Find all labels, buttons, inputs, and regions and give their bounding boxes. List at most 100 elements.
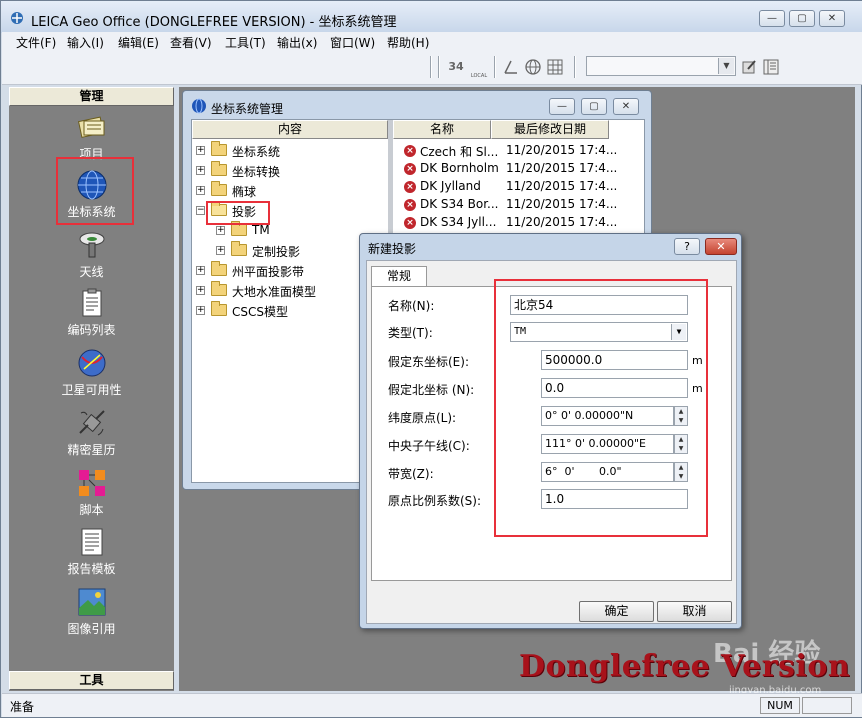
globe-icon	[191, 98, 207, 117]
ephemeris-icon	[76, 407, 108, 439]
title-bar: LEICA Geo Office (DONGLEFREE VERSION) - …	[1, 1, 862, 33]
nav-item-satellite-availability[interactable]: 卫星可用性	[9, 345, 174, 401]
list-item[interactable]: × DK S34 Jyll... 11/20/2015 17:4...	[398, 214, 646, 232]
list-item[interactable]: × DK Bornholm 11/20/2015 17:4...	[398, 160, 646, 178]
menu-input[interactable]: 输入(I)	[67, 34, 104, 51]
error-icon: ×	[404, 199, 416, 211]
angle-icon[interactable]	[502, 58, 520, 76]
tree-item-label: 州平面投影带	[232, 265, 305, 279]
nav-item-code-list[interactable]: 编码列表	[9, 285, 174, 341]
nav-label-satellite-availability: 卫星可用性	[61, 383, 122, 397]
menu-help[interactable]: 帮助(H)	[387, 34, 429, 51]
list-item[interactable]: × DK Jylland 11/20/2015 17:4...	[398, 178, 646, 196]
grid-34-label: 34	[448, 60, 464, 73]
management-header[interactable]: 管理	[9, 87, 174, 106]
latitude-origin-label: 纬度原点(L):	[388, 411, 457, 425]
expand-icon[interactable]: +	[216, 226, 225, 235]
expand-icon[interactable]: +	[196, 186, 205, 195]
close-button[interactable]: ✕	[819, 10, 845, 27]
collapse-icon[interactable]: −	[196, 206, 205, 215]
maximize-button[interactable]: ▢	[789, 10, 815, 27]
script-icon	[76, 467, 108, 499]
nav-label-antenna: 天线	[79, 265, 104, 279]
grid-34-icon[interactable]: 34	[446, 58, 466, 76]
local-label: LOCAL	[470, 73, 488, 79]
expand-icon[interactable]: +	[196, 166, 205, 175]
cancel-button[interactable]: 取消	[657, 601, 732, 622]
main-window: LEICA Geo Office (DONGLEFREE VERSION) - …	[0, 0, 862, 718]
toolbar: 34 LOCAL ▼	[2, 50, 862, 85]
easting-label: 假定东坐标(E):	[388, 355, 469, 369]
scale-factor-label: 原点比例系数(S):	[388, 494, 482, 508]
menu-tools[interactable]: 工具(T)	[225, 34, 266, 51]
nav-item-precise-ephemeris[interactable]: 精密星历	[9, 405, 174, 461]
nav-label-precise-ephemeris: 精密星历	[67, 443, 116, 457]
list-item-name: DK S34 Jyll...	[420, 215, 497, 229]
chevron-down-icon[interactable]: ▼	[718, 58, 734, 74]
cs-window-title: 坐标系统管理	[211, 102, 284, 116]
toolbar-combo[interactable]: ▼	[586, 56, 736, 76]
list-item-date: 11/20/2015 17:4...	[506, 143, 618, 157]
minimize-button[interactable]: —	[759, 10, 785, 27]
list-item[interactable]: × Czech 和 Sl... 11/20/2015 17:4...	[398, 142, 646, 160]
tree-item-label: CSCS模型	[232, 305, 288, 319]
col-name-header[interactable]: 名称	[393, 120, 491, 139]
expand-icon[interactable]: +	[196, 146, 205, 155]
folder-icon	[211, 261, 227, 276]
nav-item-antenna[interactable]: 天线	[9, 227, 174, 283]
report-icon	[76, 526, 108, 558]
project-icon	[76, 111, 108, 143]
expand-icon[interactable]: +	[196, 266, 205, 275]
tab-general[interactable]: 常规	[371, 266, 427, 287]
num-lock-indicator: NUM	[760, 697, 800, 714]
list-item[interactable]: × DK S34 Bor... 11/20/2015 17:4...	[398, 196, 646, 214]
menu-edit[interactable]: 编辑(E)	[118, 34, 159, 51]
nav-label-code-list: 编码列表	[67, 323, 116, 337]
menu-file[interactable]: 文件(F)	[16, 34, 56, 51]
menu-view[interactable]: 查看(V)	[170, 34, 212, 51]
edit-icon[interactable]	[740, 58, 758, 76]
col-date-header[interactable]: 最后修改日期	[491, 120, 609, 139]
nav-item-script[interactable]: 脚本	[9, 465, 174, 521]
name-label: 名称(N):	[388, 299, 435, 313]
tree-item-label: TM	[252, 223, 270, 237]
menu-window[interactable]: 窗口(W)	[330, 34, 375, 51]
nav-item-report-template[interactable]: 报告模板	[9, 524, 174, 580]
help-button[interactable]: ?	[674, 238, 700, 255]
codelist-icon	[76, 287, 108, 319]
tree-header[interactable]: 内容	[192, 120, 388, 139]
central-meridian-label: 中央子午线(C):	[388, 439, 470, 453]
toolbar-separator	[438, 56, 440, 78]
list-item-name: DK Bornholm	[420, 161, 499, 175]
globe-icon[interactable]	[524, 58, 542, 76]
panel-icon[interactable]	[762, 58, 780, 76]
northing-label: 假定北坐标 (N):	[388, 383, 475, 397]
expand-icon[interactable]: +	[216, 246, 225, 255]
cs-maximize-button[interactable]: ▢	[581, 98, 607, 115]
list-item-name: DK S34 Bor...	[420, 197, 499, 211]
folder-icon	[211, 281, 227, 296]
list-item-date: 11/20/2015 17:4...	[506, 161, 618, 175]
expand-icon[interactable]: +	[196, 286, 205, 295]
error-icon: ×	[404, 181, 416, 193]
expand-icon[interactable]: +	[196, 306, 205, 315]
satellite-icon	[76, 347, 108, 379]
ok-button[interactable]: 确定	[579, 601, 654, 622]
folder-icon	[211, 141, 227, 156]
folder-icon	[231, 241, 247, 256]
table-grid-icon[interactable]	[546, 58, 564, 76]
tools-header[interactable]: 工具	[9, 671, 174, 690]
status-text: 准备	[10, 700, 35, 714]
menu-output[interactable]: 输出(x)	[277, 34, 317, 51]
window-title: LEICA Geo Office (DONGLEFREE VERSION) - …	[31, 15, 397, 30]
list-item-date: 11/20/2015 17:4...	[506, 197, 618, 211]
status-bar: 准备 NUM	[2, 693, 862, 717]
nav-item-image-reference[interactable]: 图像引用	[9, 584, 174, 640]
cs-close-button[interactable]: ✕	[613, 98, 639, 115]
tree-item-label: 椭球	[232, 185, 257, 199]
error-icon: ×	[404, 217, 416, 229]
dialog-close-button[interactable]: ✕	[705, 238, 737, 255]
list-item-name: Czech 和 Sl...	[420, 145, 499, 159]
cs-minimize-button[interactable]: —	[549, 98, 575, 115]
highlight-box	[494, 279, 708, 537]
